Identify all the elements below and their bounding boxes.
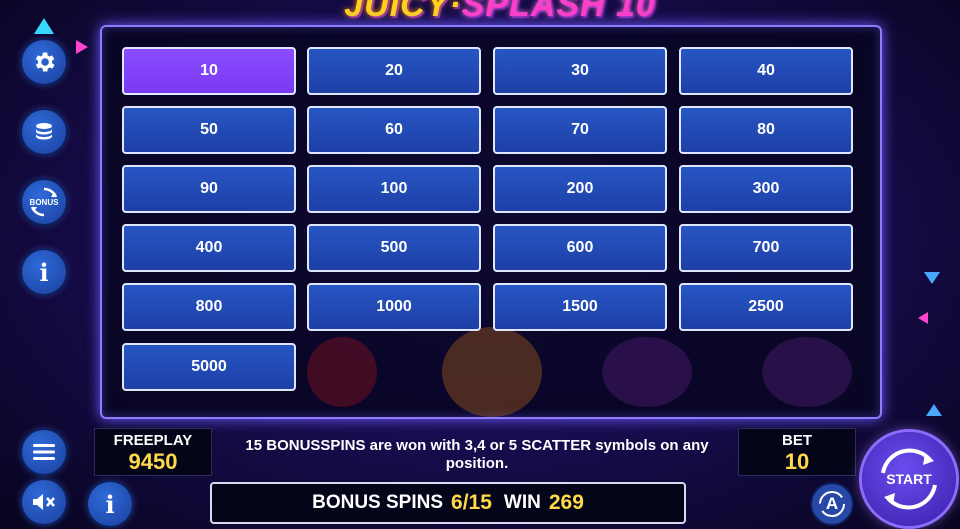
bonus-info-message: 15 BONUSSPINS are won with 3,4 or 5 SCAT… bbox=[245, 437, 709, 472]
bet-option-300[interactable]: 300 bbox=[679, 165, 853, 213]
start-label: START bbox=[886, 471, 932, 487]
gear-icon bbox=[35, 52, 55, 72]
orange-symbol-bg bbox=[442, 327, 542, 417]
bet-option-700[interactable]: 700 bbox=[679, 224, 853, 272]
bonus-spins-value: 6/15 bbox=[451, 491, 492, 514]
grape-symbol-bg bbox=[602, 337, 692, 407]
win-value: 269 bbox=[548, 491, 584, 514]
title-part1: JUICY bbox=[344, 0, 450, 24]
bet-option-600[interactable]: 600 bbox=[493, 224, 667, 272]
background-sparkle bbox=[924, 272, 940, 284]
title-separator: · bbox=[449, 0, 462, 24]
bet-display: BET 10 bbox=[738, 428, 856, 476]
settings-button[interactable] bbox=[22, 40, 66, 84]
bonus-label: BONUS bbox=[29, 197, 59, 207]
background-sparkle bbox=[918, 312, 928, 324]
bet-option-1500[interactable]: 1500 bbox=[493, 283, 667, 331]
bonus-spins-bar: BONUS SPINS 6/15 WIN 269 bbox=[210, 482, 686, 524]
bet-option-500[interactable]: 500 bbox=[307, 224, 481, 272]
bet-option-400[interactable]: 400 bbox=[122, 224, 296, 272]
info-icon: i bbox=[105, 489, 115, 519]
bet-option-1000[interactable]: 1000 bbox=[307, 283, 481, 331]
bet-option-2500[interactable]: 2500 bbox=[679, 283, 853, 331]
game-title: JUICY·SPLASH 10 bbox=[290, 0, 710, 26]
coin-stack-icon bbox=[36, 123, 52, 140]
bet-option-5000[interactable]: 5000 bbox=[122, 343, 296, 391]
freeplay-label: FREEPLAY bbox=[113, 432, 193, 449]
autoplay-label: A bbox=[825, 494, 839, 513]
bet-select-button[interactable] bbox=[22, 110, 66, 154]
speaker-muted-icon bbox=[33, 494, 55, 510]
bet-label: BET bbox=[782, 432, 812, 449]
info-button[interactable]: i bbox=[22, 250, 66, 294]
bonus-spins-label: BONUS SPINS bbox=[312, 492, 444, 513]
bet-option-50[interactable]: 50 bbox=[122, 106, 296, 154]
cherry-symbol-bg bbox=[307, 337, 377, 407]
freeplay-value: 9450 bbox=[128, 449, 178, 474]
bet-option-60[interactable]: 60 bbox=[307, 106, 481, 154]
win-label: WIN bbox=[503, 492, 541, 513]
info-icon: i bbox=[39, 257, 49, 287]
bet-option-100[interactable]: 100 bbox=[307, 165, 481, 213]
autoplay-button[interactable]: A bbox=[812, 484, 852, 524]
bet-option-200[interactable]: 200 bbox=[493, 165, 667, 213]
background-sparkle bbox=[76, 40, 88, 54]
freeplay-display: FREEPLAY 9450 bbox=[94, 428, 212, 476]
title-part2: SPLASH 10 bbox=[461, 0, 656, 24]
start-button[interactable]: START bbox=[862, 432, 956, 526]
menu-button[interactable] bbox=[22, 430, 66, 474]
bet-option-40[interactable]: 40 bbox=[679, 47, 853, 95]
background-sparkle bbox=[34, 18, 54, 34]
bonus-buy-button[interactable]: BONUS bbox=[22, 180, 66, 224]
bet-option-800[interactable]: 800 bbox=[122, 283, 296, 331]
hamburger-icon bbox=[33, 444, 55, 460]
grape-symbol-bg bbox=[762, 337, 852, 407]
bet-option-80[interactable]: 80 bbox=[679, 106, 853, 154]
sound-toggle-button[interactable] bbox=[22, 480, 66, 524]
bet-option-70[interactable]: 70 bbox=[493, 106, 667, 154]
bet-option-90[interactable]: 90 bbox=[122, 165, 296, 213]
background-sparkle bbox=[926, 404, 942, 416]
bet-option-10[interactable]: 10 bbox=[122, 47, 296, 95]
bet-option-20[interactable]: 20 bbox=[307, 47, 481, 95]
bet-option-30[interactable]: 30 bbox=[493, 47, 667, 95]
paytable-info-button[interactable]: i bbox=[88, 482, 132, 526]
bet-value: 10 bbox=[784, 449, 810, 474]
